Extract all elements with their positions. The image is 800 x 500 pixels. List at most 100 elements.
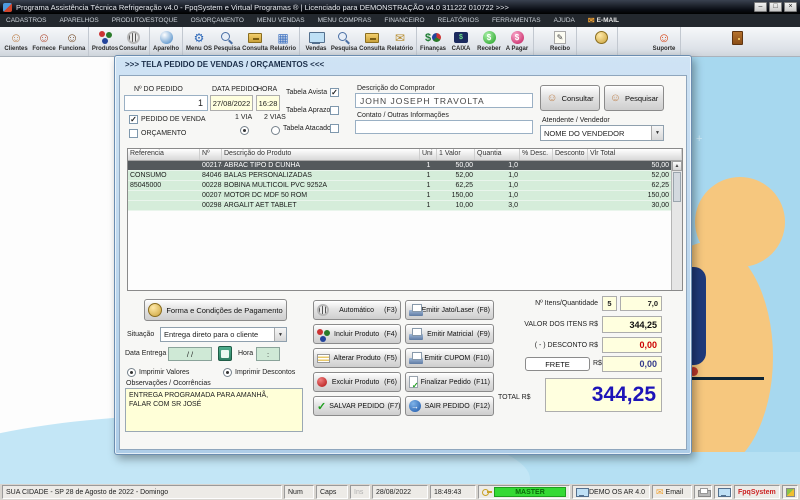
table-row-selected[interactable]: 002174ABRAC TIPO D CUNHA150,001,050,00 [128, 161, 682, 171]
toolbar-consultar-produto[interactable]: Consultar [119, 28, 147, 55]
via2-radio[interactable] [271, 126, 280, 135]
toolbar-relatorio-vendas[interactable]: ✉Relatório [386, 28, 414, 55]
order-number-field[interactable]: 1 [124, 95, 208, 111]
user-icon: ☺ [546, 92, 557, 104]
menu-financeiro[interactable]: FINANCEIRO [384, 17, 424, 24]
toolbar-moeda[interactable] [587, 28, 615, 55]
column-header[interactable]: % Desc. [520, 149, 553, 160]
toolbar-menu-os[interactable]: ⚙Menu OS [185, 28, 213, 55]
pesquisar-button[interactable]: ☺ Pesquisar [604, 85, 664, 111]
menu-cadastros[interactable]: CADASTROS [6, 17, 46, 24]
menu-email[interactable]: ✉ E-MAIL [588, 17, 619, 25]
hora-entrega-field[interactable]: : [256, 347, 280, 361]
contact-input[interactable] [355, 120, 533, 134]
sair-pedido-button[interactable]: →SAIR PEDIDO(F12) [405, 396, 494, 416]
menu-email-label: E-MAIL [597, 17, 619, 24]
toolbar-suporte[interactable]: ☺Suporte [650, 28, 678, 55]
alterar-produto-button[interactable]: Alterar Produto(F5) [313, 348, 401, 368]
imprimir-descontos-radio[interactable]: Imprimir Descontos [223, 368, 295, 377]
via1-radio[interactable] [240, 126, 249, 135]
tabela-aprazo-checkbox[interactable]: Tabela Aprazo [286, 106, 339, 115]
menu-ferramentas[interactable]: FERRAMENTAS [492, 17, 541, 24]
order-time-field[interactable]: 16:28 [256, 95, 280, 111]
menu-relatorios[interactable]: RELATÓRIOS [438, 17, 479, 24]
vendor-dropdown[interactable]: NOME DO VENDEDOR ▼ [540, 125, 664, 141]
column-header[interactable]: Quantia [475, 149, 520, 160]
order-number-label: Nº DO PEDIDO [134, 86, 183, 93]
menu-produto-estoque[interactable]: PRODUTO/ESTOQUE [112, 17, 178, 24]
status-computer[interactable] [714, 485, 732, 499]
incluir-produto-button[interactable]: Incluir Produto(F4) [313, 324, 401, 344]
pedido-venda-checkbox[interactable]: ✓ PEDIDO DE VENDA [129, 115, 206, 124]
column-header[interactable]: Uni [420, 149, 437, 160]
finalizar-pedido-button[interactable]: Finalizar Pedido(F11) [405, 372, 494, 392]
minimize-button[interactable]: – [754, 2, 767, 12]
toolbar-consulta-os[interactable]: Consulta [241, 28, 269, 55]
toolbar-financas[interactable]: $Finanças [419, 28, 447, 55]
situacao-dropdown[interactable]: Entrega direto para o cliente ▼ [160, 327, 287, 342]
payment-conditions-button[interactable]: Forma e Condições de Pagamento [144, 299, 287, 321]
excluir-produto-button[interactable]: Excluir Produto(F6) [313, 372, 401, 392]
table-scrollbar[interactable]: ▲ [671, 161, 682, 290]
column-header[interactable]: Nº [200, 149, 222, 160]
table-row[interactable]: 85045000002287BOBINA MULTICOIL PVC 9252A… [128, 181, 682, 191]
menu-os-orcamento[interactable]: OS/ORÇAMENTO [191, 17, 244, 24]
orcamento-checkbox[interactable]: ORÇAMENTO [129, 129, 186, 138]
status-location: SUA CIDADE - SP 28 de Agosto de 2022 - D… [2, 485, 282, 499]
toolbar-a-pagar[interactable]: $A Pagar [503, 28, 531, 55]
toolbar-sair[interactable] [723, 28, 751, 55]
toolbar-clientes[interactable]: ☺Clientes [2, 28, 30, 55]
restore-button[interactable]: □ [769, 2, 782, 12]
column-header[interactable]: Descrição do Produto [222, 149, 420, 160]
salvar-pedido-button[interactable]: ✓SALVAR PEDIDO(F7) [313, 396, 401, 416]
toolbar-recibo[interactable]: ✎Recibo [546, 28, 574, 55]
scroll-up-icon[interactable]: ▲ [672, 161, 682, 171]
menu-compras[interactable]: MENU COMPRAS [318, 17, 372, 24]
exit-door-icon [732, 31, 743, 45]
table-row[interactable]: 002981ARGALIT AET TABLET110,003,030,00 [128, 201, 682, 211]
monitor-icon [309, 32, 323, 44]
frete-field[interactable]: 0,00 [602, 356, 662, 372]
column-header[interactable]: Desconto [553, 149, 588, 160]
column-header[interactable]: Referencia [128, 149, 200, 160]
tabela-avista-checkbox[interactable]: Tabela Avista ✓ [286, 88, 339, 97]
calendar-button[interactable] [218, 346, 232, 361]
toolbar-receber[interactable]: $Receber [475, 28, 503, 55]
toolbar-aparelho[interactable]: Aparelho [152, 28, 180, 55]
status-printer[interactable] [694, 485, 712, 499]
toolbar-pesquisa-vendas[interactable]: Pesquisa [330, 28, 358, 55]
desconto-field[interactable]: 0,00 [602, 337, 662, 353]
status-email-button[interactable]: ✉ Email [652, 485, 692, 499]
toolbar-fornecedores[interactable]: ☺Fornece [30, 28, 58, 55]
toolbar-caixa[interactable]: $CAIXA [447, 28, 475, 55]
consultar-button[interactable]: ☺ Consultar [540, 85, 600, 111]
tabela-atacado-checkbox[interactable]: Tabela Atacado [283, 124, 339, 133]
data-entrega-field[interactable]: / / [168, 347, 212, 361]
receipt-icon: ✎ [554, 31, 566, 44]
column-header[interactable]: 1 Valor [437, 149, 475, 160]
data-entrega-label: Data Entrega [125, 350, 166, 357]
buyer-input[interactable]: JOHN JOSEPH TRAVOLTA [355, 93, 533, 108]
toolbar-pesquisa-os[interactable]: Pesquisa [213, 28, 241, 55]
toolbar-relatorio-os[interactable]: ▦Relatório [269, 28, 297, 55]
menu-ajuda[interactable]: AJUDA [554, 17, 575, 24]
menu-vendas[interactable]: MENU VENDAS [257, 17, 305, 24]
toolbar-consulta-vendas[interactable]: Consulta [358, 28, 386, 55]
toolbar-funcionarios[interactable]: ☺Funciona [58, 28, 86, 55]
order-date-field[interactable]: 27/08/2022 [210, 95, 253, 111]
clients-icon: ☺ [9, 29, 22, 46]
close-button[interactable]: × [784, 2, 797, 12]
frete-button[interactable]: FRETE [525, 357, 590, 371]
automatico-button[interactable]: Automático(F3) [313, 300, 401, 320]
emitir-cupom-button[interactable]: Emitir CUPOM(F10) [405, 348, 494, 368]
table-row[interactable]: 002073MOTOR DC MDF 50 ROM1150,001,0150,0… [128, 191, 682, 201]
toolbar-label: Aparelho [153, 46, 179, 53]
menu-aparelhos[interactable]: APARELHOS [59, 17, 98, 24]
column-header[interactable]: Vlr Total [588, 149, 682, 160]
imprimir-valores-radio[interactable]: Imprimir Valores [127, 368, 189, 377]
toolbar-produtos[interactable]: Produtos [91, 28, 119, 55]
observacoes-textarea[interactable]: ENTREGA PROGRAMADA PARA AMANHÃ, FALAR CO… [125, 388, 303, 432]
toolbar-vendas[interactable]: Vendas [302, 28, 330, 55]
table-row[interactable]: CONSUMO840467BALAS PERSONALIZADAS152,001… [128, 171, 682, 181]
scrollbar-thumb[interactable] [673, 172, 681, 202]
